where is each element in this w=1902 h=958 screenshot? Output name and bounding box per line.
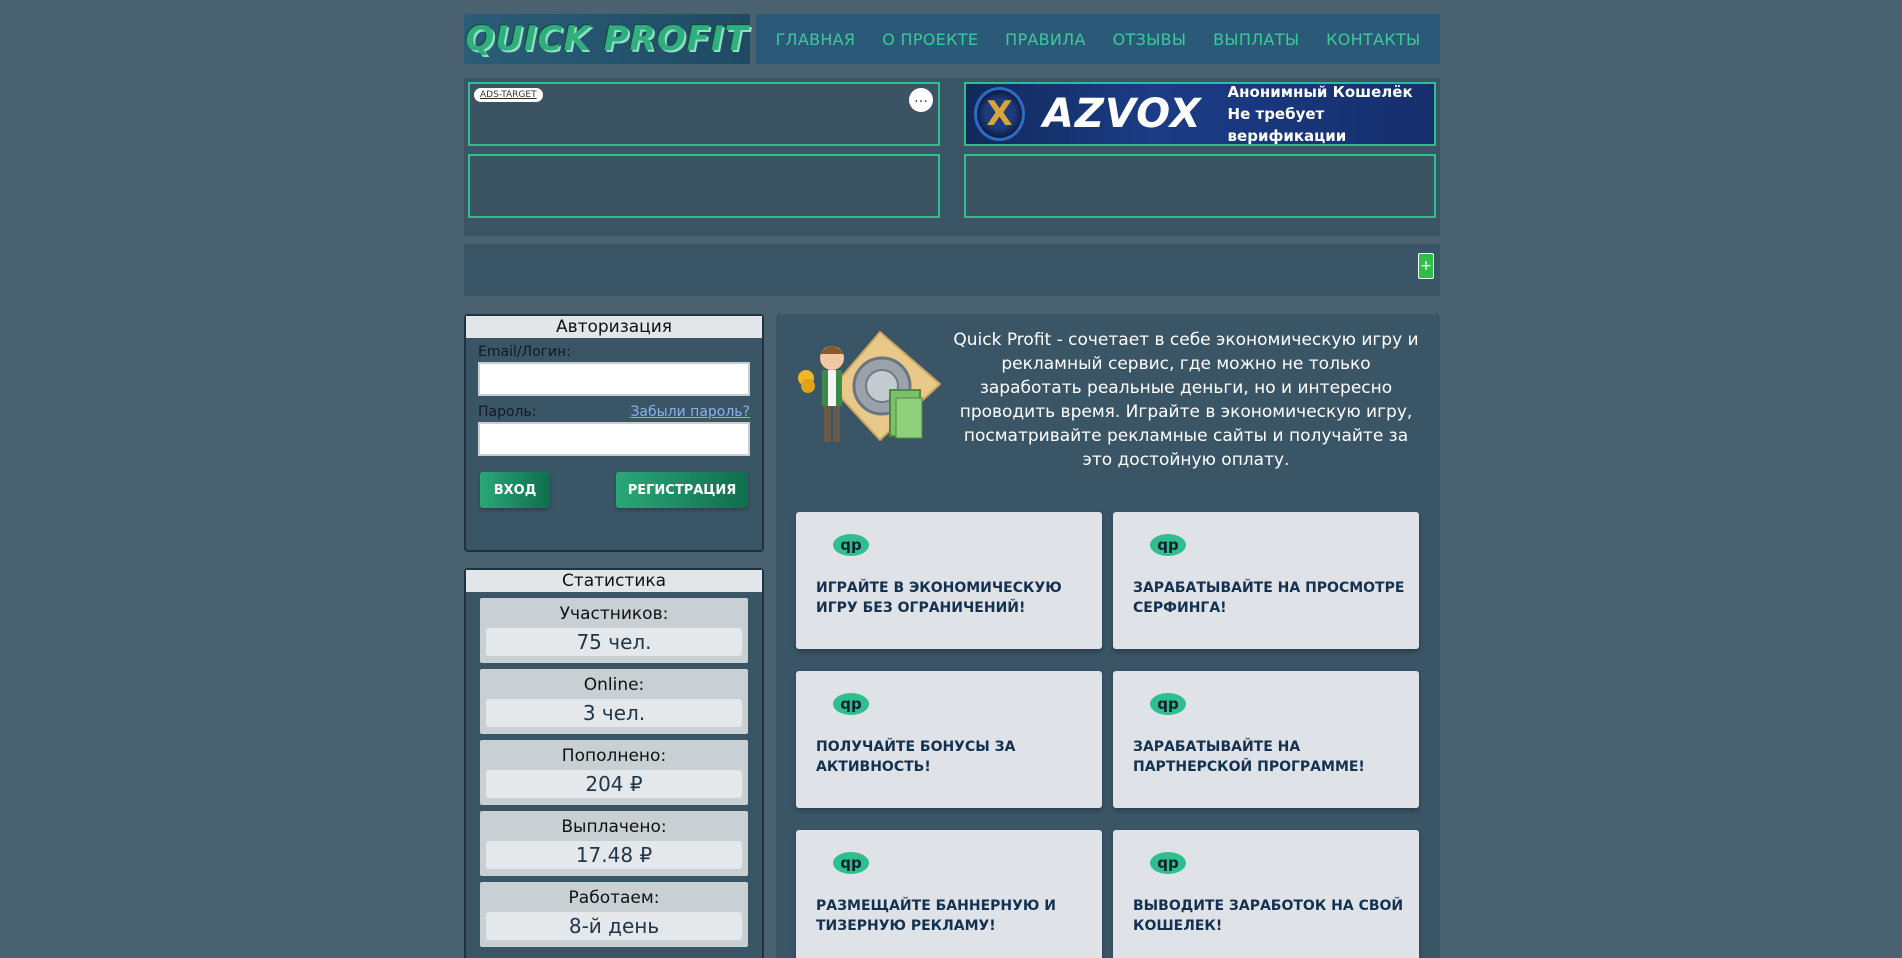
feature-card-text: ЗАРАБАТЫВАЙТЕ НА ПРОСМОТРЕ СЕРФИНГА! xyxy=(1133,580,1405,616)
login-button[interactable]: ВХОД xyxy=(480,472,550,508)
nav-reviews[interactable]: ОТЗЫВЫ xyxy=(1113,30,1187,49)
stat-value: 3 чел. xyxy=(486,699,742,727)
forgot-password-link[interactable]: Забыли пароль? xyxy=(630,404,750,420)
stats-title: Статистика xyxy=(466,570,762,592)
stat-label: Участников: xyxy=(559,604,669,624)
qp-icon: qp xyxy=(1150,852,1186,874)
ad-slot-azvox[interactable]: X AZVOX Анонимный Кошелёк Не требует вер… xyxy=(964,82,1436,146)
page-wrapper: QUICK PROFIT ГЛАВНАЯ О ПРОЕКТЕ ПРАВИЛА О… xyxy=(464,14,1440,958)
feature-card-partner[interactable]: qp ЗАРАБАТЫВАЙТЕ НА ПАРТНЕРСКОЙ ПРОГРАММ… xyxy=(1113,671,1419,808)
stat-members: Участников: 75 чел. xyxy=(480,598,748,663)
azvox-tagline: Анонимный Кошелёк Не требует верификации xyxy=(1228,81,1434,147)
site-logo[interactable]: QUICK PROFIT xyxy=(464,14,750,64)
stat-value: 75 чел. xyxy=(486,628,742,656)
stat-label: Выплачено: xyxy=(561,817,667,837)
mascot-illustration xyxy=(792,328,942,448)
stat-value: 8-й день xyxy=(486,912,742,940)
feature-card-game[interactable]: qp ИГРАЙТЕ В ЭКОНОМИЧЕСКУЮ ИГРУ БЕЗ ОГРА… xyxy=(796,512,1102,649)
intro-section: Quick Profit - сочетает в себе экономиче… xyxy=(776,314,1440,472)
feature-card-withdraw[interactable]: qp ВЫВОДИТЕ ЗАРАБОТОК НА СВОЙ КОШЕЛЕК! xyxy=(1113,830,1419,958)
feature-card-bonuses[interactable]: qp ПОЛУЧАЙТЕ БОНУСЫ ЗА АКТИВНОСТЬ! xyxy=(796,671,1102,808)
nav-about[interactable]: О ПРОЕКТЕ xyxy=(882,30,978,49)
card-icon-label: qp xyxy=(1157,536,1179,554)
email-field[interactable] xyxy=(478,362,750,396)
auth-panel: Авторизация Email/Логин: Пароль: Забыли … xyxy=(464,314,764,552)
email-label: Email/Логин: xyxy=(478,344,571,360)
qp-icon: qp xyxy=(833,852,869,874)
card-icon-label: qp xyxy=(1157,695,1179,713)
azvox-logo-icon: X xyxy=(974,87,1025,141)
azvox-banner[interactable]: X AZVOX Анонимный Кошелёк Не требует вер… xyxy=(966,81,1434,147)
main-nav: ГЛАВНАЯ О ПРОЕКТЕ ПРАВИЛА ОТЗЫВЫ ВЫПЛАТЫ… xyxy=(756,14,1440,64)
stat-value: 204 ₽ xyxy=(486,770,742,798)
qp-icon: qp xyxy=(833,534,869,556)
stats-panel: Статистика Участников: 75 чел. Online: 3… xyxy=(464,568,764,958)
ad-slot-1[interactable]: ADS-TARGET … xyxy=(468,82,940,146)
stat-label: Работаем: xyxy=(568,888,660,908)
password-label: Пароль: xyxy=(478,404,537,420)
stat-deposited: Пополнено: 204 ₽ xyxy=(480,740,748,805)
ad-strip: + xyxy=(464,244,1440,296)
ad-menu-icon[interactable]: … xyxy=(909,88,933,112)
nav-home[interactable]: ГЛАВНАЯ xyxy=(775,30,855,49)
feature-card-text: РАЗМЕЩАЙТЕ БАННЕРНУЮ И ТИЗЕРНУЮ РЕКЛАМУ! xyxy=(816,898,1056,934)
card-icon-label: qp xyxy=(1157,854,1179,872)
azvox-line-1: Анонимный Кошелёк xyxy=(1227,83,1413,101)
nav-contacts[interactable]: КОНТАКТЫ xyxy=(1326,30,1420,49)
stat-paid: Выплачено: 17.48 ₽ xyxy=(480,811,748,876)
card-icon-label: qp xyxy=(840,695,862,713)
site-header: QUICK PROFIT ГЛАВНАЯ О ПРОЕКТЕ ПРАВИЛА О… xyxy=(464,14,1440,64)
qp-icon: qp xyxy=(1150,693,1186,715)
feature-card-text: ВЫВОДИТЕ ЗАРАБОТОК НА СВОЙ КОШЕЛЕК! xyxy=(1133,898,1404,934)
azvox-brand: AZVOX xyxy=(1042,91,1202,137)
nav-rules[interactable]: ПРАВИЛА xyxy=(1005,30,1086,49)
auth-title: Авторизация xyxy=(466,316,762,338)
feature-card-text: ЗАРАБАТЫВАЙТЕ НА ПАРТНЕРСКОЙ ПРОГРАММЕ! xyxy=(1133,739,1365,775)
feature-card-surfing[interactable]: qp ЗАРАБАТЫВАЙТЕ НА ПРОСМОТРЕ СЕРФИНГА! xyxy=(1113,512,1419,649)
intro-text: Quick Profit - сочетает в себе экономиче… xyxy=(953,330,1419,470)
add-ad-button[interactable]: + xyxy=(1418,253,1434,279)
card-icon-label: qp xyxy=(840,854,862,872)
stat-days: Работаем: 8-й день xyxy=(480,882,748,947)
feature-card-text: ИГРАЙТЕ В ЭКОНОМИЧЕСКУЮ ИГРУ БЕЗ ОГРАНИЧ… xyxy=(816,580,1062,616)
qp-icon: qp xyxy=(833,693,869,715)
feature-card-text: ПОЛУЧАЙТЕ БОНУСЫ ЗА АКТИВНОСТЬ! xyxy=(816,739,1016,775)
register-button[interactable]: РЕГИСТРАЦИЯ xyxy=(616,472,748,508)
main-content: Quick Profit - сочетает в себе экономиче… xyxy=(776,314,1440,958)
ad-block: ADS-TARGET … X AZVOX Анонимный Кошелёк Н… xyxy=(464,78,1440,236)
stat-value: 17.48 ₽ xyxy=(486,841,742,869)
ad-slot-4[interactable] xyxy=(964,154,1436,218)
ads-target-tag[interactable]: ADS-TARGET xyxy=(474,88,543,102)
sidebar: Авторизация Email/Логин: Пароль: Забыли … xyxy=(464,314,764,958)
feature-card-ads[interactable]: qp РАЗМЕЩАЙТЕ БАННЕРНУЮ И ТИЗЕРНУЮ РЕКЛА… xyxy=(796,830,1102,958)
ad-slot-3[interactable] xyxy=(468,154,940,218)
stat-label: Пополнено: xyxy=(561,746,667,766)
stat-online: Online: 3 чел. xyxy=(480,669,748,734)
qp-icon: qp xyxy=(1150,534,1186,556)
card-icon-label: qp xyxy=(840,536,862,554)
nav-payouts[interactable]: ВЫПЛАТЫ xyxy=(1213,30,1299,49)
stat-label: Online: xyxy=(583,675,645,695)
azvox-line-2: Не требует верификации xyxy=(1227,105,1347,145)
password-field[interactable] xyxy=(478,422,750,456)
